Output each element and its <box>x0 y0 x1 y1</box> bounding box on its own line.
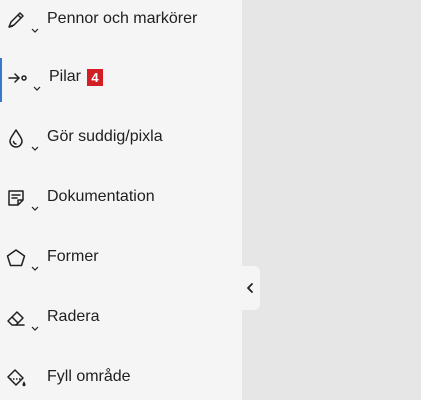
eraser-icon <box>5 307 27 329</box>
tool-label: Former <box>47 248 99 265</box>
tool-label: Gör suddig/pixla <box>47 128 163 145</box>
tool-pens[interactable]: Pennor och markörer <box>0 0 242 44</box>
note-icon <box>5 187 27 209</box>
tool-documentation[interactable]: Dokumentation <box>0 178 242 222</box>
chevron-down-icon <box>33 86 41 92</box>
chevron-left-icon <box>246 282 254 294</box>
chevron-down-icon <box>31 326 39 332</box>
tools-panel: Pennor och markörer Pilar 4 Gör suddig/p… <box>0 0 242 400</box>
tool-label: Dokumentation <box>47 188 155 205</box>
tool-fill-area[interactable]: Fyll område <box>0 358 242 400</box>
tool-label: Pennor och markörer <box>47 10 198 27</box>
blur-drop-icon <box>5 127 27 149</box>
tool-label: Radera <box>47 308 100 325</box>
tool-blur[interactable]: Gör suddig/pixla <box>0 118 242 162</box>
fill-bucket-icon <box>5 367 27 389</box>
chevron-down-icon <box>31 266 39 272</box>
arrow-icon <box>7 67 29 89</box>
chevron-down-icon <box>31 206 39 212</box>
tool-shapes[interactable]: Former <box>0 238 242 282</box>
pentagon-icon <box>5 247 27 269</box>
collapse-panel-button[interactable] <box>240 266 260 310</box>
tool-label: Pilar 4 <box>49 68 104 86</box>
pen-icon <box>5 9 27 31</box>
tool-arrows[interactable]: Pilar 4 <box>0 58 242 102</box>
chevron-down-icon <box>31 146 39 152</box>
tool-label: Fyll område <box>47 368 131 385</box>
count-badge: 4 <box>87 68 104 86</box>
tool-erase[interactable]: Radera <box>0 298 242 342</box>
tool-label-text: Pilar <box>49 68 82 85</box>
editor-window: Pennor och markörer Pilar 4 Gör suddig/p… <box>0 0 421 400</box>
chevron-down-icon <box>31 28 39 34</box>
